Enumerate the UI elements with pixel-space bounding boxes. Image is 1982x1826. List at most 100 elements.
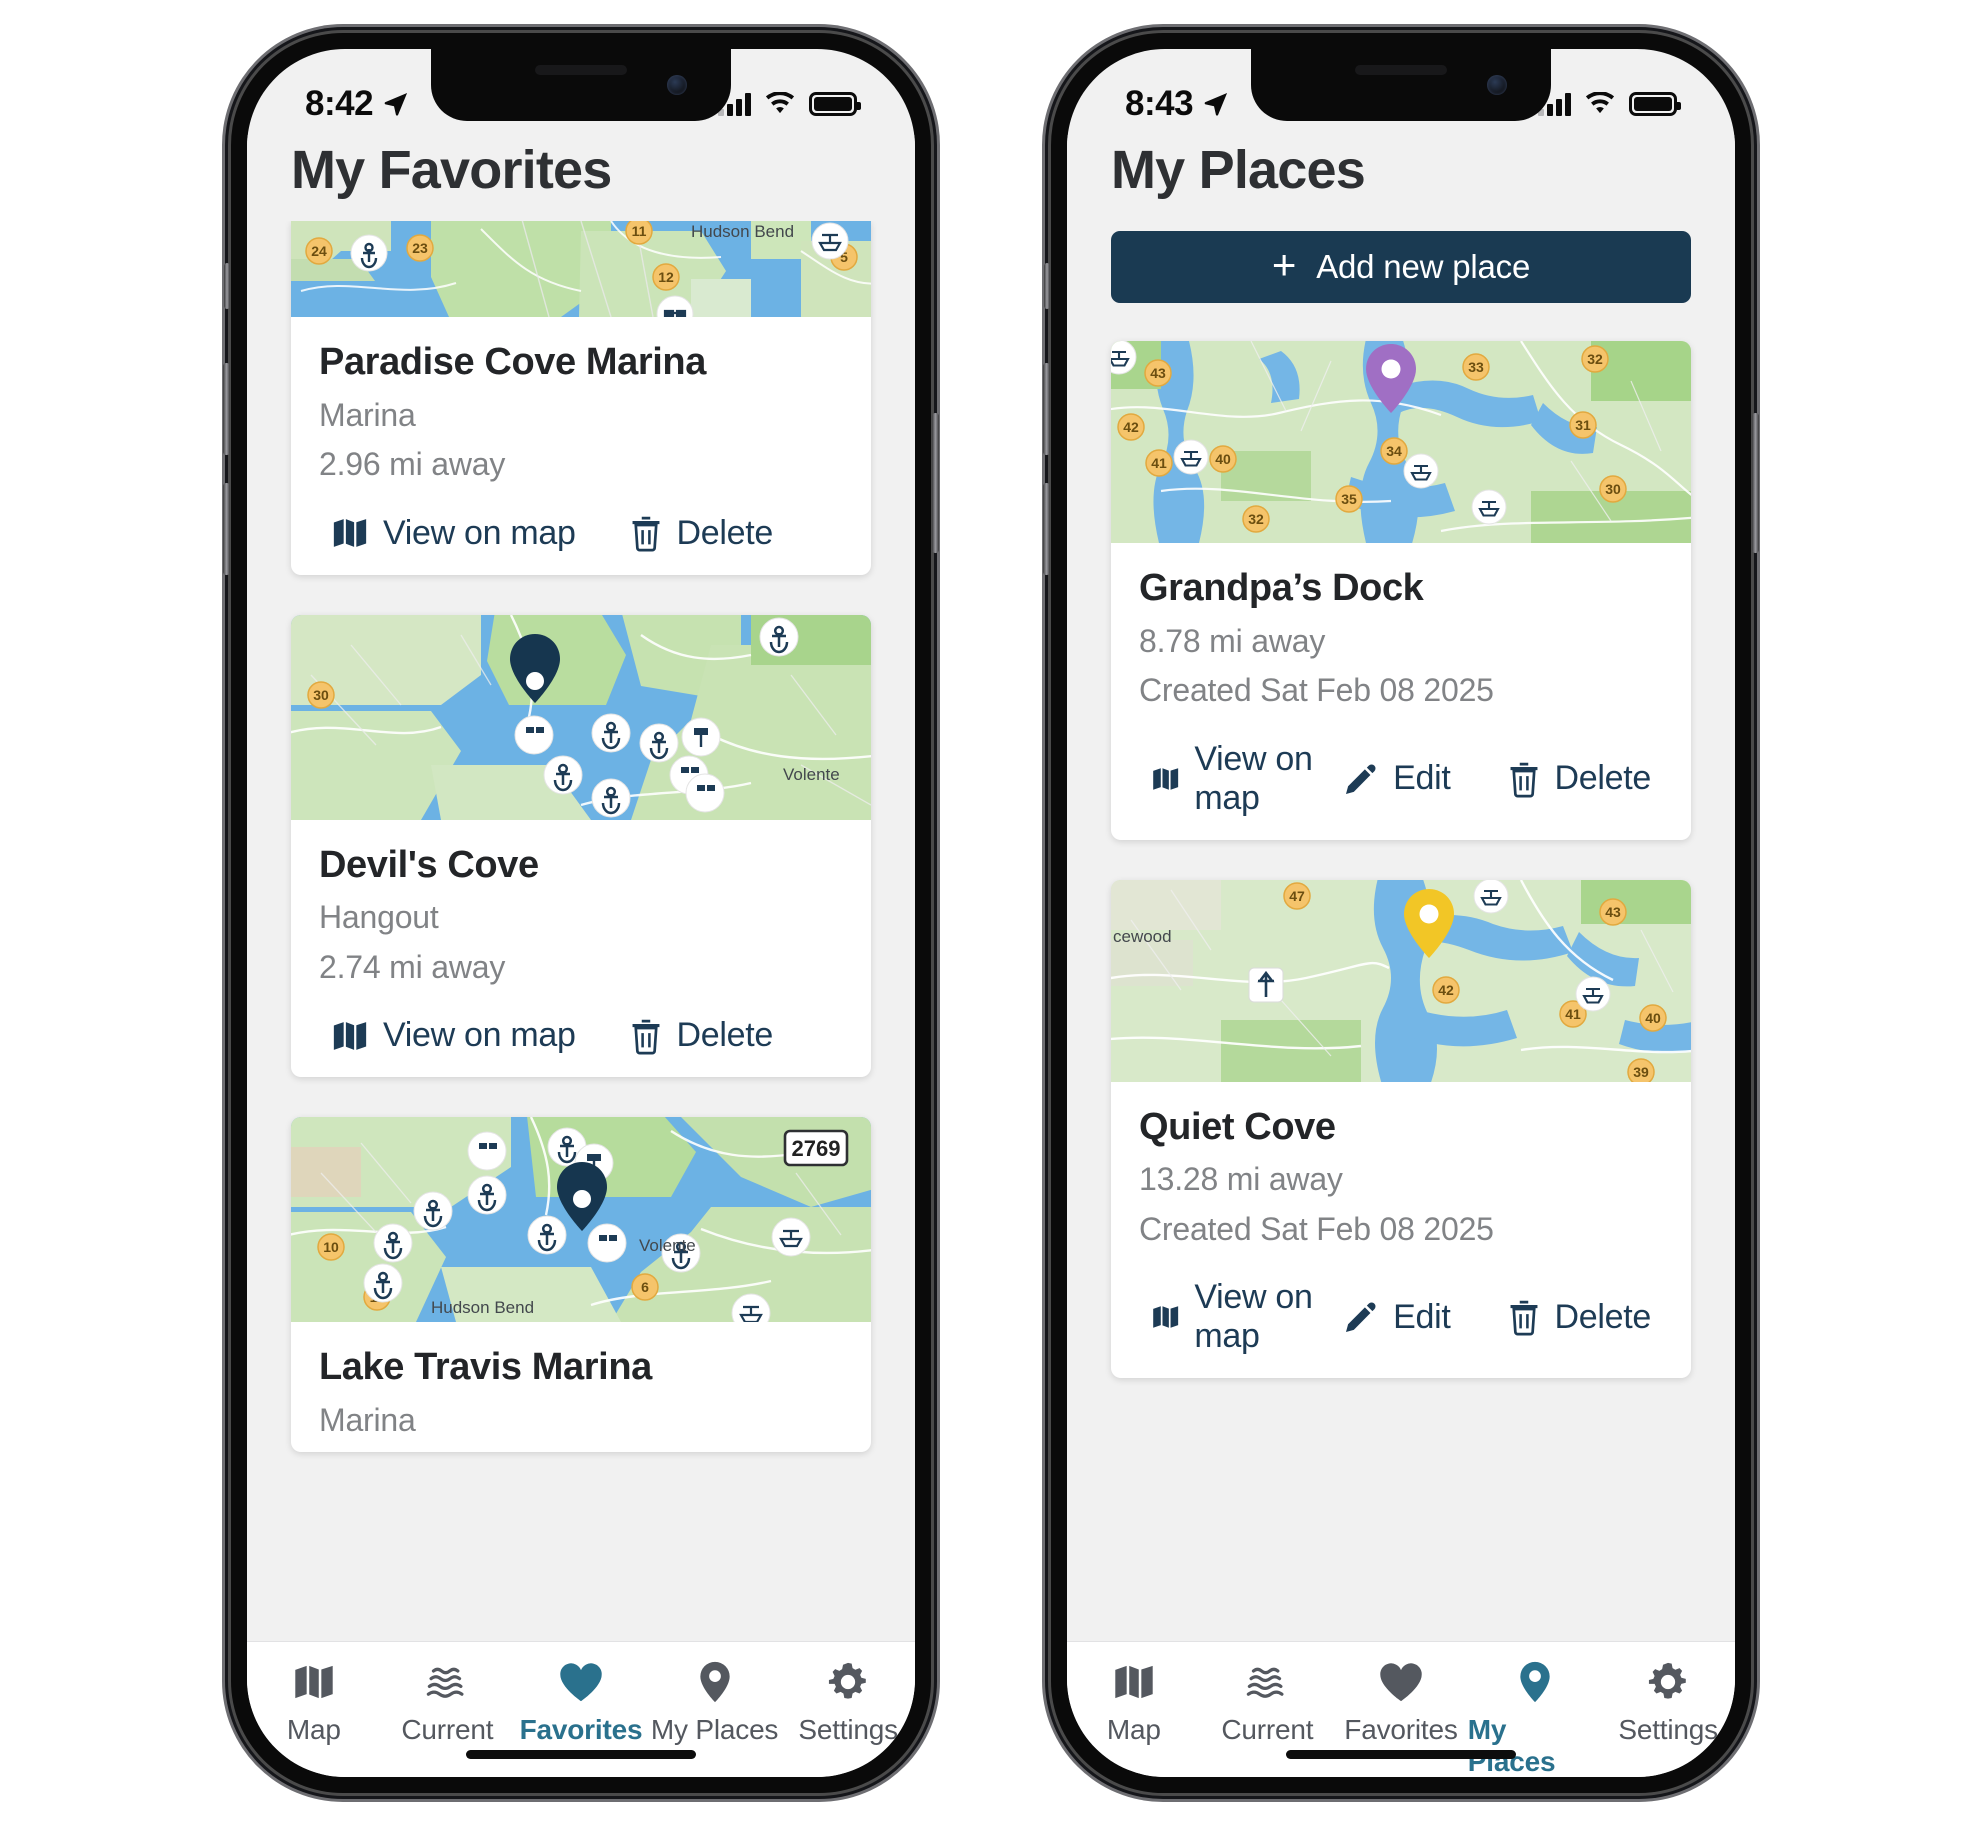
- svg-text:42: 42: [1438, 982, 1454, 998]
- tab-my-places[interactable]: My Places: [648, 1660, 782, 1746]
- screen-header-favorites: My Favorites: [247, 135, 915, 222]
- card-text: Paradise Cove Marina Marina 2.96 mi away: [291, 317, 871, 496]
- svg-text:41: 41: [1151, 455, 1167, 471]
- status-left: 8:43: [1125, 84, 1230, 124]
- tab-label: My Places: [1467, 1714, 1556, 1777]
- tab-map[interactable]: Map: [247, 1660, 381, 1746]
- card-actions: View on map Edit Delete: [1111, 722, 1691, 840]
- card-actions: View on map Edit Delete: [1111, 1260, 1691, 1378]
- svg-text:12: 12: [658, 269, 674, 285]
- poi-marker-anchor: [759, 617, 799, 657]
- card-created-date: Created Sat Feb 08 2025: [1139, 672, 1494, 709]
- map-label-volente: Volente: [639, 1236, 696, 1255]
- tab-settings[interactable]: Settings: [781, 1660, 915, 1746]
- tab-settings[interactable]: Settings: [1601, 1660, 1735, 1746]
- card-map-thumbnail[interactable]: 30 Volente: [291, 614, 871, 820]
- view-on-map-button[interactable]: View on map: [331, 514, 576, 553]
- front-camera: [1487, 75, 1507, 95]
- svg-text:23: 23: [412, 240, 428, 256]
- volume-up-button[interactable]: [223, 363, 230, 455]
- favorites-list[interactable]: 24 23 11 12 5 Hudson Bend Paradise Cove …: [247, 221, 915, 1641]
- map-icon: [1153, 1306, 1179, 1329]
- svg-text:35: 35: [1341, 491, 1357, 507]
- tab-label: Current: [401, 1714, 494, 1745]
- tab-favorites[interactable]: Favorites: [514, 1660, 648, 1746]
- volume-up-button[interactable]: [1043, 363, 1050, 455]
- add-new-place-label: Add new place: [1316, 248, 1531, 286]
- delete-button[interactable]: Delete: [1507, 759, 1651, 798]
- map-artwork: 24 23 11 12 5 Hudson Bend: [291, 221, 871, 318]
- tab-favorites[interactable]: Favorites: [1334, 1660, 1468, 1746]
- tab-current[interactable]: Current: [1201, 1660, 1335, 1746]
- delete-button[interactable]: Delete: [629, 514, 773, 553]
- home-indicator[interactable]: [1286, 1750, 1516, 1759]
- screen-header-my-places: My Places: [1067, 135, 1735, 222]
- silent-switch[interactable]: [224, 263, 230, 309]
- highway-marker: 30: [307, 681, 335, 709]
- add-new-place-button[interactable]: + Add new place: [1111, 231, 1691, 304]
- tab-my-places[interactable]: My Places: [1468, 1660, 1602, 1777]
- power-button[interactable]: [1752, 413, 1759, 553]
- view-on-map-button[interactable]: View on map: [331, 1016, 576, 1055]
- favorite-card[interactable]: 10 11 6 2769: [291, 1117, 871, 1452]
- map-icon: [333, 1022, 367, 1050]
- svg-text:6: 6: [641, 1279, 649, 1295]
- tab-label: Settings: [1618, 1714, 1718, 1745]
- my-places-list[interactable]: + Add new place 43 42 41 40 35 34 33 32 …: [1067, 221, 1735, 1641]
- view-on-map-label: View on map: [383, 1016, 576, 1055]
- place-card[interactable]: 47 43 42 41 40 39 cewood Quiet Cove 13.2…: [1111, 879, 1691, 1379]
- silent-switch[interactable]: [1044, 263, 1050, 309]
- tab-map[interactable]: Map: [1067, 1660, 1201, 1746]
- volume-down-button[interactable]: [1043, 483, 1050, 575]
- svg-text:24: 24: [311, 243, 327, 259]
- svg-text:39: 39: [1633, 1064, 1649, 1080]
- favorite-card[interactable]: 24 23 11 12 5 Hudson Bend Paradise Cove …: [291, 221, 871, 575]
- map-label-hudson-bend: Hudson Bend: [431, 1298, 534, 1317]
- card-subtitle: Marina: [319, 396, 416, 433]
- delete-button[interactable]: Delete: [629, 1016, 773, 1055]
- volume-down-button[interactable]: [223, 483, 230, 575]
- poi-marker-boat: [811, 222, 849, 260]
- card-map-thumbnail[interactable]: 43 42 41 40 35 34 33 32 31 30 32: [1111, 341, 1691, 544]
- pencil-icon: [1346, 764, 1376, 794]
- tab-current[interactable]: Current: [381, 1660, 515, 1746]
- tab-label: Map: [286, 1714, 341, 1745]
- power-button[interactable]: [932, 413, 939, 553]
- view-on-map-button[interactable]: View on map: [1151, 1278, 1343, 1356]
- edit-button[interactable]: Edit: [1343, 759, 1451, 798]
- tab-label: Favorites: [519, 1714, 643, 1745]
- status-right: [718, 92, 861, 116]
- tab-label: My Places: [650, 1714, 779, 1745]
- card-text: Quiet Cove 13.28 mi away Created Sat Feb…: [1111, 1082, 1691, 1261]
- card-map-thumbnail[interactable]: 47 43 42 41 40 39 cewood: [1111, 879, 1691, 1082]
- status-right: [1538, 92, 1681, 116]
- card-distance: 2.96 mi away: [319, 446, 506, 483]
- svg-text:42: 42: [1123, 419, 1139, 435]
- battery-icon: [1629, 92, 1681, 116]
- wifi-icon: [765, 92, 795, 114]
- svg-text:43: 43: [1605, 904, 1621, 920]
- tab-label: Settings: [798, 1714, 898, 1745]
- map-artwork: 47 43 42 41 40 39 cewood: [1111, 879, 1691, 1082]
- tab-label: Current: [1221, 1714, 1314, 1745]
- phone-screen-favorites: 8:42 My Favorites 24 23 11 12 5 Hudson B…: [247, 49, 915, 1777]
- card-title: Quiet Cove: [1139, 1105, 1336, 1148]
- view-on-map-button[interactable]: View on map: [1151, 740, 1343, 818]
- tab-label: Map: [1106, 1714, 1161, 1745]
- delete-button[interactable]: Delete: [1507, 1298, 1651, 1337]
- favorite-card[interactable]: 30 Volente Devil's Cove Hangout 2.74 mi …: [291, 614, 871, 1078]
- notch: [431, 49, 731, 121]
- card-map-thumbnail[interactable]: 10 11 6 2769: [291, 1117, 871, 1323]
- status-clock: 8:43: [1125, 84, 1194, 123]
- pin-icon: [699, 1661, 730, 1703]
- phone-my-places: 8:43 My Places + Add new place 43 42 41 …: [1043, 33, 1759, 1793]
- poi-marker-church: [1248, 967, 1284, 1003]
- card-distance: 2.74 mi away: [319, 948, 506, 985]
- place-card[interactable]: 43 42 41 40 35 34 33 32 31 30 32 Grandpa…: [1111, 341, 1691, 840]
- edit-button[interactable]: Edit: [1343, 1298, 1451, 1337]
- card-map-thumbnail[interactable]: 24 23 11 12 5 Hudson Bend: [291, 221, 871, 318]
- home-indicator[interactable]: [466, 1750, 696, 1759]
- card-actions: View on map Delete: [291, 998, 871, 1077]
- phone-favorites: 8:42 My Favorites 24 23 11 12 5 Hudson B…: [223, 33, 939, 1793]
- card-distance: 8.78 mi away: [1139, 622, 1326, 659]
